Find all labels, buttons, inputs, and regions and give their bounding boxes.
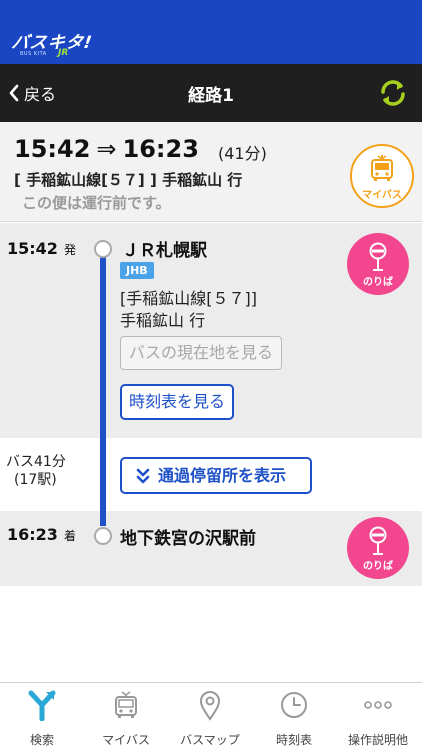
page-title: 経路1 [188,86,234,106]
tab-label: 時刻表 [275,733,312,747]
brand-header: バスキタ! JR BUS KITA [0,0,422,64]
tab-search[interactable]: 検索 [0,683,84,750]
timetable-button[interactable]: 時刻表を見る [120,384,235,420]
arrival-stop-marker [94,527,112,545]
platform-label: のりば [363,277,393,288]
tab-label: 検索 [29,733,54,747]
arrow-right-icon: ⇒ [96,135,117,163]
tab-label: バスマップ [180,733,240,747]
mybus-label: マイバス [362,190,402,201]
tab-mybus[interactable]: マイバス [84,683,168,750]
more-icon [364,701,392,709]
bus-location-button[interactable]: バスの現在地を見る [120,336,283,370]
clock-icon [281,692,307,718]
tab-busmap[interactable]: バスマップ [168,683,252,750]
ride-stop-count: (17駅) [14,472,57,488]
bus-stop-icon [369,242,387,271]
departure-time-value: 15:42 [7,239,58,258]
refresh-icon [381,80,405,106]
route-line [100,250,106,526]
platform-label: のりば [363,561,393,572]
summary-departure-time: 15:42 [14,135,91,163]
bus-icon [371,155,393,181]
bus-stop-icon [369,526,387,555]
departure-stop-name: ＪＲ札幌駅 [122,241,207,261]
summary-duration: (41分) [218,144,267,163]
departure-stop-marker [94,240,112,258]
departure-time: 15:42 発 [7,239,76,258]
summary-line: [ 手稲鉱山線[５７] ] 手稲鉱山 行 [14,171,243,189]
ride-duration: バス41分 [6,454,66,470]
tab-timetable[interactable]: 時刻表 [252,683,336,750]
bottom-tab-bar: 検索 マイバス バスマップ 時刻表 操作説明他 [0,682,422,750]
departure-suffix: 発 [63,243,76,257]
bus-destination: 手稲鉱山 行 [120,311,206,330]
summary-notice: この便は運行前です。 [22,194,171,212]
app-logo-sub: JR [58,48,69,58]
arrival-time: 16:23 着 [7,525,76,544]
navigation-bar: 戻る 経路1 [0,64,422,122]
map-pin-icon [199,691,221,721]
departure-platform-button[interactable]: のりば [347,233,409,295]
mybus-button[interactable]: マイバス [350,144,414,208]
arrival-suffix: 着 [63,529,76,543]
show-passing-stops-label: 通過停留所を表示 [158,466,287,485]
show-passing-stops-button[interactable]: 通過停留所を表示 [120,457,312,494]
mybus-icon [115,691,137,718]
app-logo: バスキタ! [10,33,94,53]
refresh-button[interactable] [378,78,408,108]
summary-arrival-time: 16:23 [122,135,199,163]
arrival-time-value: 16:23 [7,525,58,544]
bus-line-name: [手稲鉱山線[５７]] [120,289,257,308]
arrival-platform-button[interactable]: のりば [347,517,409,579]
summary-times: 15:42 ⇒ 16:23 [14,135,199,163]
arrival-stop-name: 地下鉄宮の沢駅前 [120,529,256,549]
operator-badge: JHB [120,262,154,279]
double-chevron-down-icon [136,468,150,483]
app-logo-caption: BUS KITA [20,51,47,57]
tab-label: マイバス [102,733,150,747]
search-route-icon [28,690,56,721]
tab-label: 操作説明他 [347,733,408,747]
tab-more[interactable]: 操作説明他 [336,683,420,750]
